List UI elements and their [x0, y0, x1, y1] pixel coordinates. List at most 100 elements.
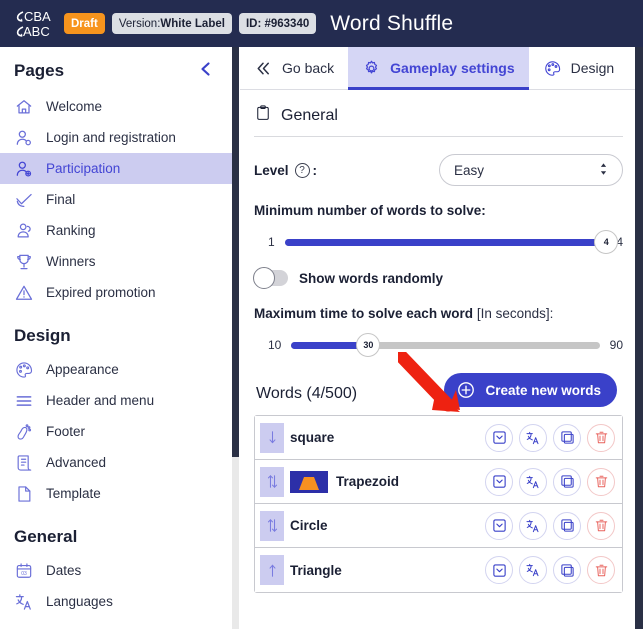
delete-button[interactable]	[587, 556, 615, 584]
sidebar-item-final[interactable]: Final	[0, 184, 232, 215]
sidebar-header: Pages	[0, 47, 232, 91]
sidebar-item-header-and-menu[interactable]: Header and menu	[0, 385, 232, 416]
sidebar-item-participation[interactable]: Participation	[0, 153, 232, 184]
sidebar-item-label: Header and menu	[46, 393, 155, 408]
status-badge: Draft	[64, 13, 105, 34]
clipboard-icon	[254, 104, 272, 127]
page-title: Word Shuffle	[330, 11, 454, 35]
expand-button[interactable]	[485, 556, 513, 584]
palette-icon	[14, 360, 34, 380]
show-words-randomly-toggle[interactable]	[253, 267, 288, 289]
slider-knob[interactable]: 4	[594, 230, 619, 254]
max-time-slider[interactable]: 10 30 90	[254, 333, 623, 357]
footprint-icon	[14, 422, 34, 442]
arrows-up-down-icon[interactable]	[260, 510, 284, 541]
sidebar-item-appearance[interactable]: Appearance	[0, 354, 232, 385]
double-chevron-left-icon	[254, 59, 273, 78]
sidebar-scrollbar-track[interactable]	[232, 457, 239, 629]
delete-button[interactable]	[587, 511, 615, 540]
palette-icon	[543, 59, 562, 78]
show-words-randomly-label: Show words randomly	[299, 270, 444, 286]
translate-button[interactable]	[519, 467, 547, 496]
section-header-general: General	[254, 104, 623, 136]
main-scrollbar-thumb[interactable]	[635, 47, 643, 629]
table-row[interactable]: Circle	[255, 504, 622, 548]
ranking-icon	[14, 221, 34, 241]
tab-go-back[interactable]: Go back	[240, 47, 348, 89]
sidebar-item-template[interactable]: Template	[0, 478, 232, 509]
sidebar-item-dates[interactable]: 03 Dates	[0, 555, 232, 586]
show-words-randomly-row: Show words randomly	[253, 267, 623, 289]
level-select[interactable]: Easy	[439, 154, 623, 186]
translate-button[interactable]	[519, 423, 547, 452]
version-value: White Label	[160, 17, 225, 30]
row-actions	[485, 511, 622, 540]
arrow-down-icon[interactable]	[260, 422, 284, 453]
sidebar-item-footer[interactable]: Footer	[0, 416, 232, 447]
tab-bar: Go back Gameplay settings Design	[240, 47, 635, 90]
expand-button[interactable]	[485, 467, 513, 496]
duplicate-button[interactable]	[553, 511, 581, 540]
sidebar-item-login-and-registration[interactable]: Login and registration	[0, 122, 232, 153]
level-colon: :	[312, 162, 318, 178]
row-actions	[485, 556, 622, 584]
expand-button[interactable]	[485, 423, 513, 452]
check-icon	[14, 190, 34, 210]
sidebar-item-label: Footer	[46, 424, 86, 439]
menu-lines-icon	[14, 391, 34, 411]
sidebar-item-welcome[interactable]: Welcome	[0, 91, 232, 122]
version-prefix: Version:	[118, 17, 161, 30]
sidebar-item-winners[interactable]: Winners	[0, 246, 232, 277]
table-row[interactable]: square	[255, 416, 622, 460]
sidebar-item-label: Template	[46, 486, 101, 501]
tab-label: Design	[570, 60, 615, 76]
create-new-words-button[interactable]: Create new words	[444, 373, 617, 407]
words-header: Words (4/500) Create new words	[254, 373, 623, 415]
sidebar-item-ranking[interactable]: Ranking	[0, 215, 232, 246]
tab-gameplay-settings[interactable]: Gameplay settings	[348, 47, 529, 90]
create-new-words-label: Create new words	[485, 382, 601, 398]
question-mark-icon[interactable]: ?	[294, 162, 310, 178]
min-words-min: 1	[268, 235, 275, 249]
translate-button[interactable]	[519, 511, 547, 540]
sidebar-item-label: Dates	[46, 563, 82, 578]
row-actions	[485, 423, 622, 452]
word-name: Trapezoid	[336, 474, 400, 489]
divider	[254, 136, 623, 137]
chevron-left-icon[interactable]	[198, 61, 214, 81]
sidebar-scrollbar-thumb[interactable]	[232, 47, 239, 457]
max-time-max: 90	[609, 338, 623, 352]
level-label: Level	[254, 162, 289, 178]
expand-button[interactable]	[485, 511, 513, 540]
sidebar-item-expired-promotion[interactable]: Expired promotion	[0, 277, 232, 308]
cba-abc-logo[interactable]: CBA ABC	[12, 6, 56, 42]
duplicate-button[interactable]	[553, 556, 581, 584]
translate-button[interactable]	[519, 556, 547, 584]
sidebar-item-label: Login and registration	[46, 130, 176, 145]
section-title: General	[281, 106, 338, 124]
tab-design[interactable]: Design	[529, 47, 629, 89]
max-time-track-wrap[interactable]: 30	[291, 333, 600, 357]
sidebar-item-label: Ranking	[46, 223, 96, 238]
home-icon	[14, 97, 34, 117]
arrows-up-down-icon[interactable]	[260, 466, 284, 497]
gear-icon	[362, 59, 381, 78]
delete-button[interactable]	[587, 423, 615, 452]
sidebar-item-label: Welcome	[46, 99, 103, 114]
table-row[interactable]: Triangle	[255, 548, 622, 592]
table-row[interactable]: Trapezoid	[255, 460, 622, 504]
tab-label: Gameplay settings	[390, 60, 515, 76]
slider-knob[interactable]: 30	[356, 333, 381, 357]
words-count-title: Words (4/500)	[256, 385, 358, 402]
tab-label: Go back	[282, 60, 335, 76]
min-words-slider[interactable]: 1 4 4	[254, 230, 623, 254]
duplicate-button[interactable]	[553, 467, 581, 496]
sidebar-item-advanced[interactable]: Advanced	[0, 447, 232, 478]
min-words-track-wrap[interactable]: 4	[284, 230, 619, 254]
delete-button[interactable]	[587, 467, 615, 496]
sidebar-item-languages[interactable]: Languages	[0, 586, 232, 617]
arrow-up-icon[interactable]	[260, 555, 284, 585]
plus-circle-icon	[457, 381, 475, 399]
duplicate-button[interactable]	[553, 423, 581, 452]
sidebar-item-label: Final	[46, 192, 76, 207]
